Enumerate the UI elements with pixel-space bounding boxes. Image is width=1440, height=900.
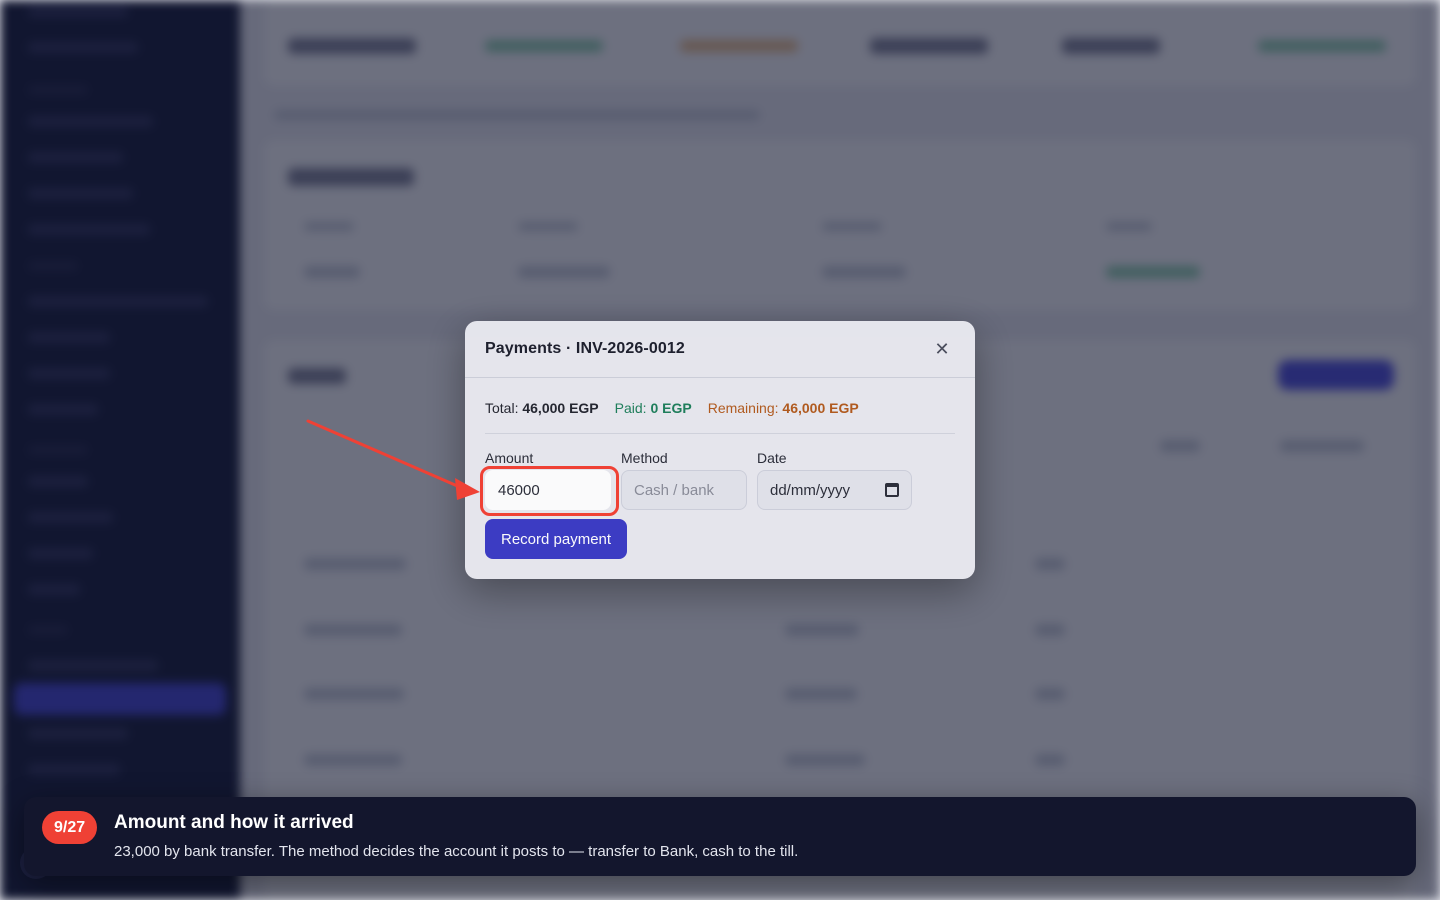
remaining-label: Remaining: <box>707 400 779 416</box>
remaining-value: 46,000 EGP <box>782 400 859 416</box>
close-icon: ✕ <box>934 338 950 359</box>
modal-header: Payments · INV-2026-0012 ✕ <box>465 321 975 378</box>
date-label: Date <box>757 450 787 466</box>
amount-label: Amount <box>485 450 534 466</box>
record-payment-button[interactable]: Record payment <box>485 519 628 559</box>
method-input[interactable] <box>621 470 747 510</box>
amount-field-group: Amount <box>485 450 611 510</box>
calendar-icon[interactable] <box>885 483 899 497</box>
total-amount: Total: 46,000 EGP <box>485 400 599 416</box>
total-value: 46,000 EGP <box>522 400 599 416</box>
method-label: Method <box>621 450 668 466</box>
remaining-amount: Remaining: 46,000 EGP <box>708 400 859 416</box>
tour-tooltip: 9/27 Amount and how it arrived 23,000 by… <box>24 797 1416 876</box>
payment-form: Amount Method Date dd/mm/yyyy <box>465 434 975 510</box>
tour-step-badge: 9/27 <box>42 811 98 844</box>
payment-summary: Total: 46,000 EGP Paid: 0 EGP Remaining:… <box>485 378 955 434</box>
tour-title: Amount and how it arrived <box>114 812 354 833</box>
date-field-group: Date dd/mm/yyyy <box>757 450 912 510</box>
paid-value: 0 EGP <box>650 400 692 416</box>
method-field-group: Method <box>621 450 747 510</box>
payments-modal: Payments · INV-2026-0012 ✕ Total: 46,000… <box>465 321 975 579</box>
close-button[interactable]: ✕ <box>929 336 955 362</box>
amount-input[interactable] <box>485 470 611 510</box>
modal-title: Payments · INV-2026-0012 <box>485 340 685 357</box>
total-label: Total: <box>485 400 519 416</box>
date-input[interactable]: dd/mm/yyyy <box>757 470 912 510</box>
date-placeholder: dd/mm/yyyy <box>770 481 851 499</box>
paid-label: Paid: <box>614 400 647 416</box>
paid-amount: Paid: 0 EGP <box>615 400 692 416</box>
tour-body: 23,000 by bank transfer. The method deci… <box>114 843 799 860</box>
